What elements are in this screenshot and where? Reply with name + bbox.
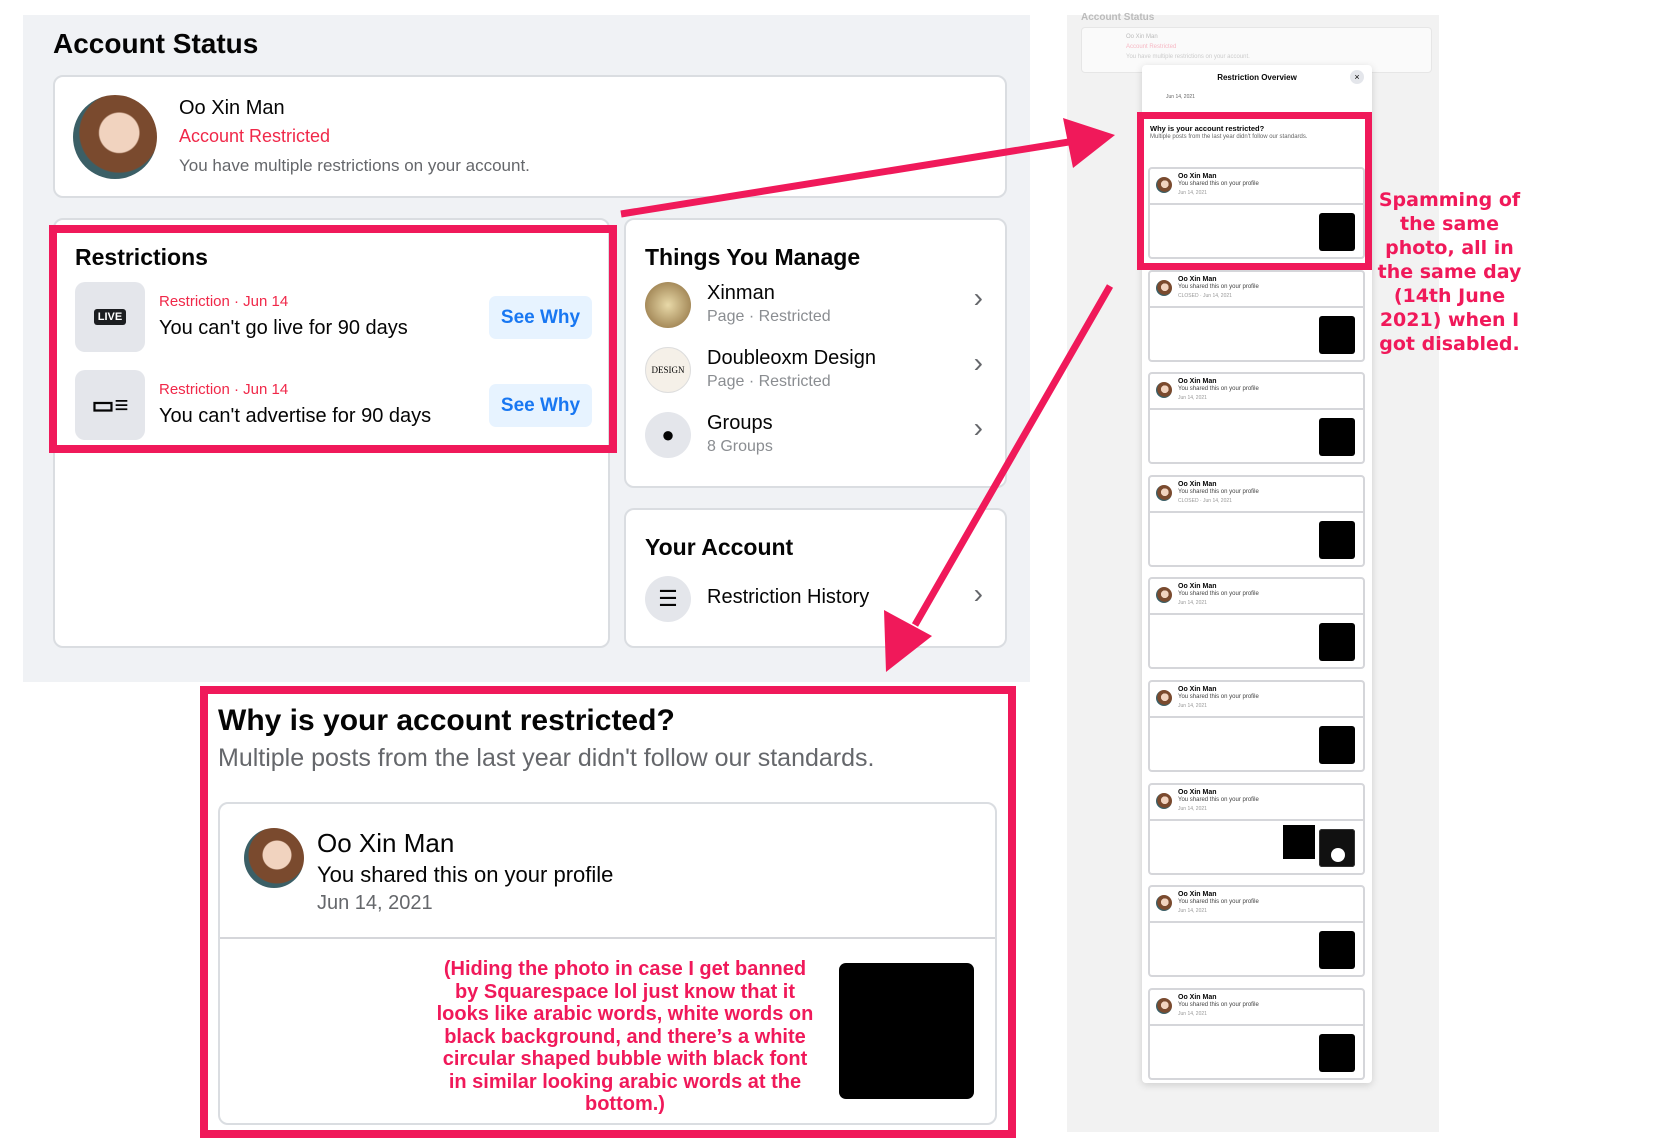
arrow-to-detail [884,284,1114,672]
arrow-to-overview [620,118,1115,218]
annotation-arrows [620,118,1115,672]
